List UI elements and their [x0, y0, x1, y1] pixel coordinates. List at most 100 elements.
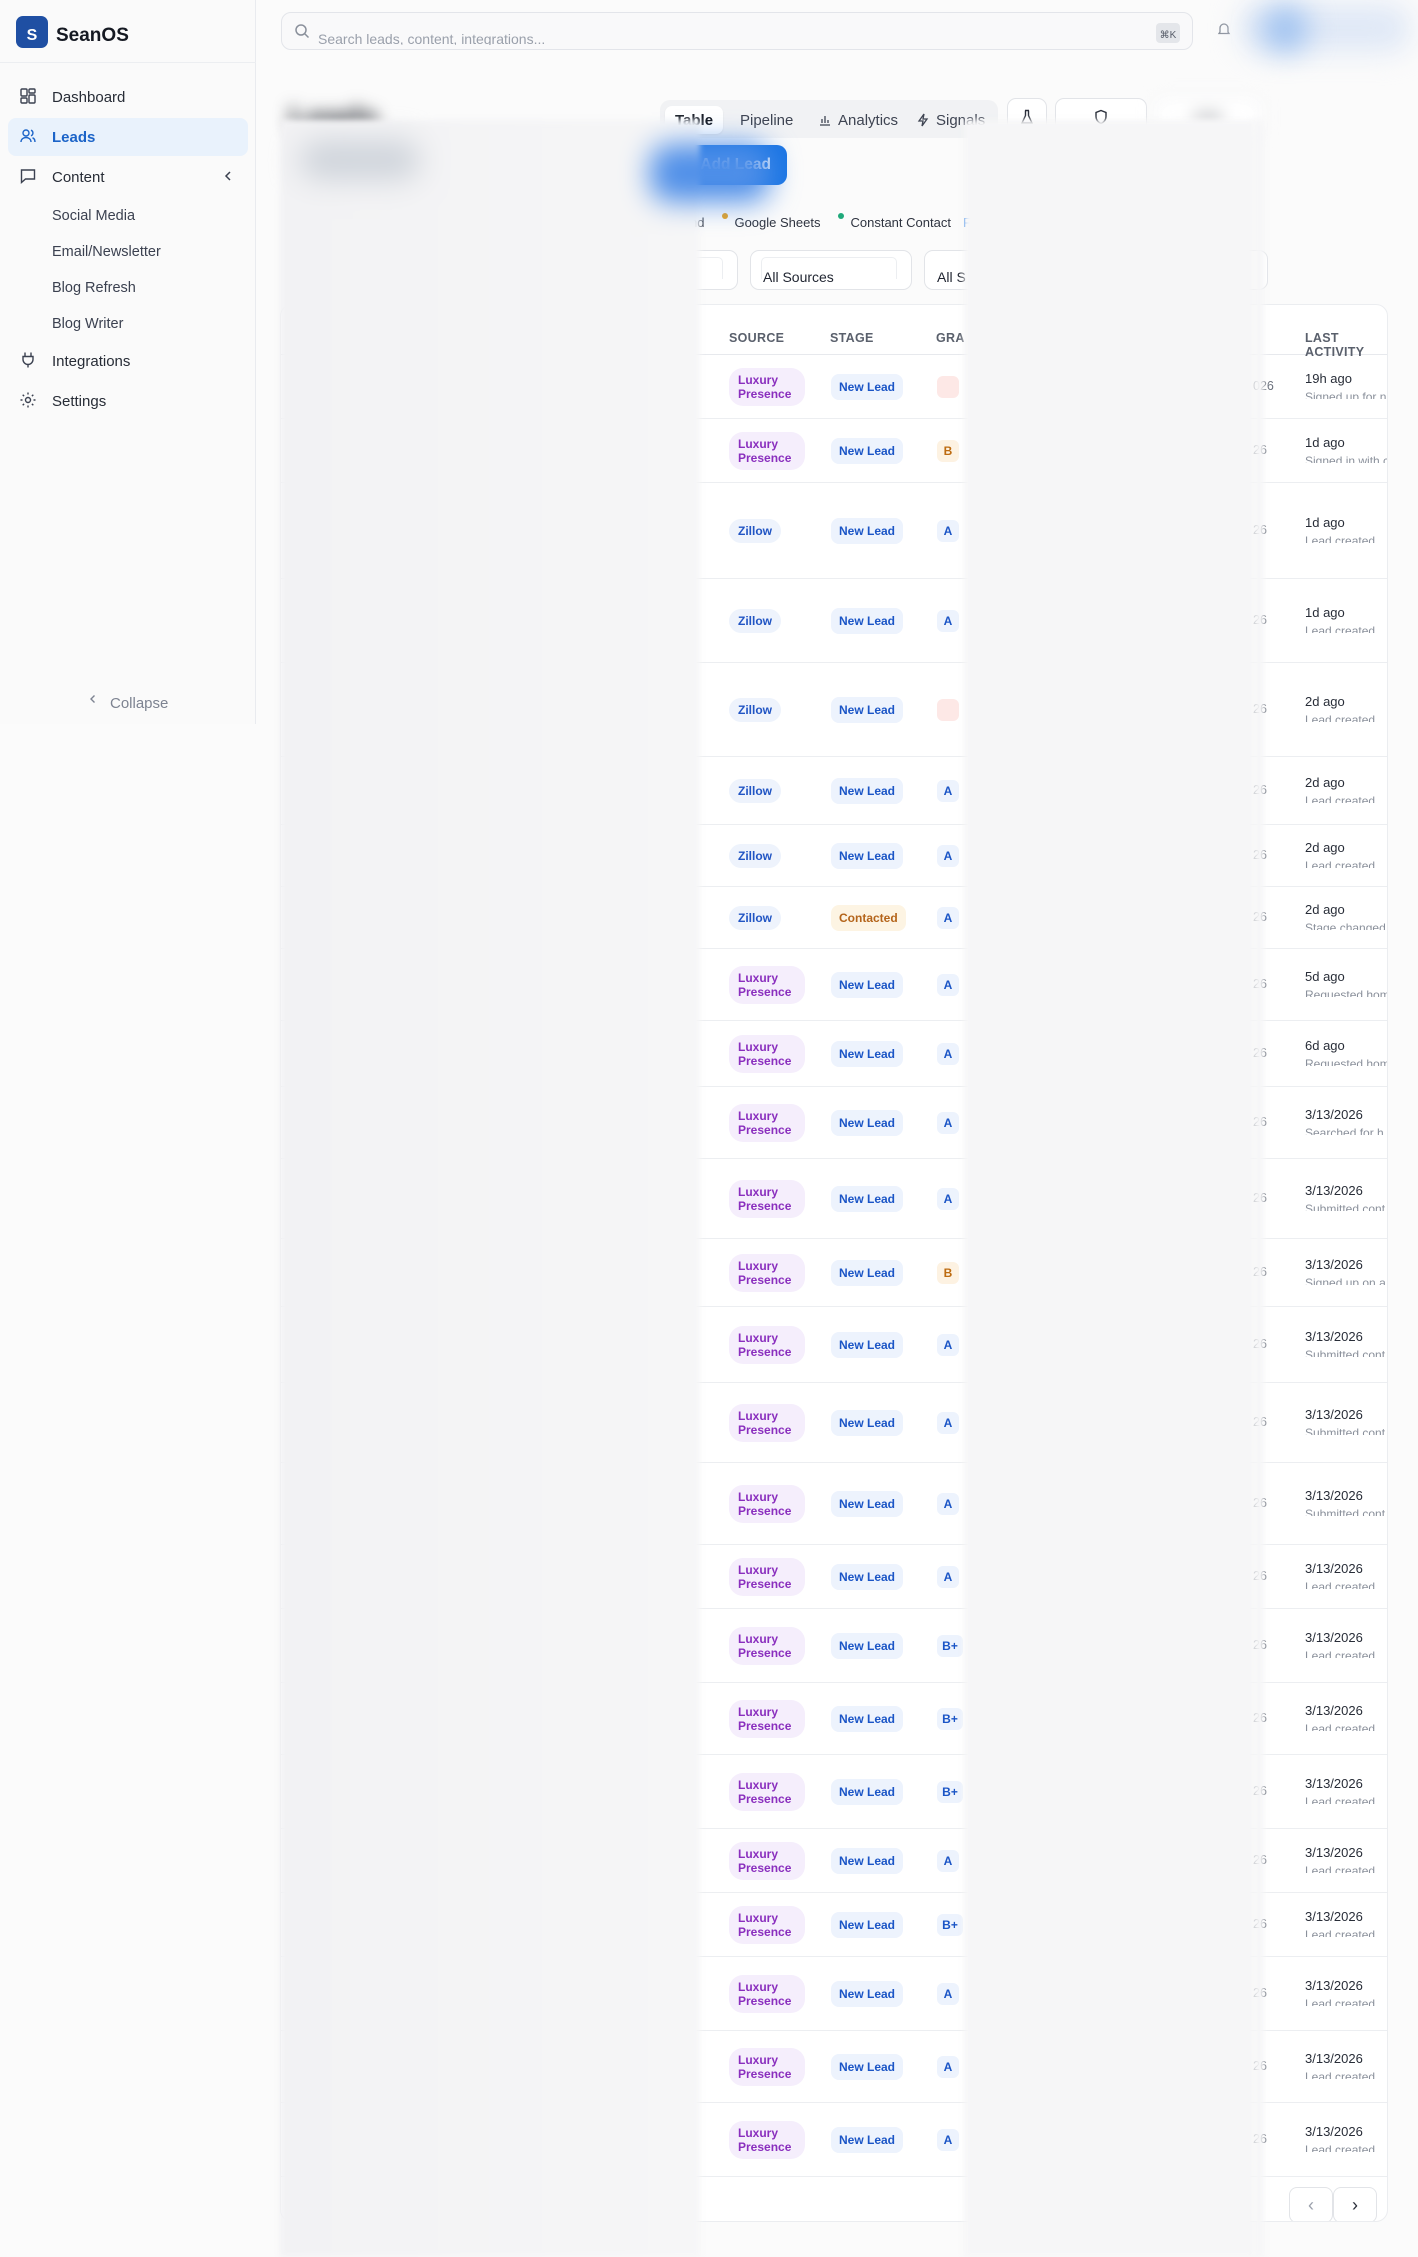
last-activity-description: Lead created — [1305, 2070, 1376, 2079]
stage-badge[interactable]: New Lead — [831, 1186, 904, 1212]
redacted-overlay-middle — [964, 120, 1254, 2257]
sidebar-subitem-social-media[interactable]: Social Media — [8, 198, 248, 234]
stage-badge[interactable]: New Lead — [831, 1981, 904, 2007]
stage-badge[interactable]: New Lead — [831, 374, 904, 400]
stage-badge[interactable]: New Lead — [831, 1332, 904, 1358]
integration-google-sheets[interactable]: Google Sheets — [734, 215, 820, 230]
prev-page-icon: ‹ — [1308, 2194, 1314, 2215]
integration-constant-contact[interactable]: Constant Contact — [850, 215, 950, 230]
last-activity-time: 3/13/2026 — [1305, 1909, 1363, 1924]
search-shortcut: ⌘K — [1156, 23, 1180, 43]
source-badge: Luxury Presence — [729, 1254, 805, 1292]
redacted-overlay-left — [280, 120, 770, 2257]
last-activity-time: 3/13/2026 — [1305, 1561, 1363, 1576]
source-badge: Luxury Presence — [729, 1558, 805, 1596]
sidebar-item-label: Leads — [52, 128, 96, 146]
source-badge: Zillow — [729, 698, 781, 722]
stage-badge[interactable]: New Lead — [831, 2127, 904, 2153]
sidebar-item-label: Dashboard — [52, 88, 126, 106]
last-activity-time: 3/13/2026 — [1305, 2124, 1363, 2139]
stage-badge[interactable]: Contacted — [831, 905, 906, 931]
plug-icon — [22, 352, 34, 368]
grade-badge: A — [937, 1850, 959, 1872]
source-badge: Luxury Presence — [729, 966, 805, 1004]
stage-badge[interactable]: New Lead — [831, 1260, 904, 1286]
last-activity-time: 3/13/2026 — [1305, 1703, 1363, 1718]
grade-badge — [937, 699, 959, 721]
chevron-left-icon[interactable] — [222, 170, 234, 182]
sidebar-item-settings[interactable]: Settings — [8, 382, 248, 420]
stage-badge[interactable]: New Lead — [831, 697, 904, 723]
collapse-button[interactable]: Collapse — [88, 694, 168, 712]
source-badge: Zillow — [729, 906, 781, 930]
source-badge: Luxury Presence — [729, 1104, 805, 1142]
last-activity-time: 3/13/2026 — [1305, 1630, 1363, 1645]
sidebar-item-content[interactable]: Content — [8, 158, 248, 196]
stage-badge[interactable]: New Lead — [831, 1779, 904, 1805]
bell-icon[interactable] — [1217, 21, 1231, 37]
sidebar-item-leads[interactable]: Leads — [8, 118, 248, 156]
column-header-grade[interactable]: GRA — [936, 331, 965, 345]
tab-analytics[interactable]: Analytics — [808, 106, 908, 134]
last-activity-description: Lead created — [1305, 1649, 1376, 1658]
stage-badge[interactable]: New Lead — [831, 972, 904, 998]
gear-icon — [20, 392, 36, 408]
source-badge: Luxury Presence — [729, 1627, 805, 1665]
grade-badge: B+ — [937, 1781, 963, 1803]
source-badge: Luxury Presence — [729, 1326, 805, 1364]
source-badge: Luxury Presence — [729, 1700, 805, 1738]
stage-badge[interactable]: New Lead — [831, 1041, 904, 1067]
sidebar-item-integrations[interactable]: Integrations — [8, 342, 248, 380]
stage-badge[interactable]: New Lead — [831, 1848, 904, 1874]
stage-badge[interactable]: New Lead — [831, 2054, 904, 2080]
last-activity-time: 1d ago — [1305, 515, 1345, 530]
last-activity-time: 3/13/2026 — [1305, 1407, 1363, 1422]
sidebar-item-label: Integrations — [52, 352, 131, 370]
last-activity-description: Stage changed — [1305, 921, 1386, 930]
tab-label: Analytics — [838, 111, 899, 129]
prev-page-button[interactable]: ‹ — [1289, 2187, 1333, 2221]
last-activity-description: Lead created — [1305, 1795, 1376, 1804]
redacted-blob — [300, 140, 420, 180]
last-activity-description: Lead created — [1305, 794, 1376, 803]
brand-logo: S — [16, 16, 48, 48]
stage-badge[interactable]: New Lead — [831, 1912, 904, 1938]
bar-chart-icon — [820, 116, 830, 126]
stage-badge[interactable]: New Lead — [831, 1633, 904, 1659]
stage-badge[interactable]: New Lead — [831, 1110, 904, 1136]
stage-badge[interactable]: New Lead — [831, 1564, 904, 1590]
stage-badge[interactable]: New Lead — [831, 608, 904, 634]
source-badge: Luxury Presence — [729, 432, 805, 470]
source-badge: Luxury Presence — [729, 368, 805, 406]
source-badge: Luxury Presence — [729, 1842, 805, 1880]
last-activity-time: 1d ago — [1305, 435, 1345, 450]
sidebar-subitem-blog-writer[interactable]: Blog Writer — [8, 306, 248, 342]
stage-badge[interactable]: New Lead — [831, 1410, 904, 1436]
grade-badge: B+ — [937, 1914, 963, 1936]
stage-badge[interactable]: New Lead — [831, 843, 904, 869]
last-activity-description: Lead created — [1305, 1997, 1376, 2006]
last-activity-description: Submitted cont — [1305, 1202, 1386, 1211]
sidebar-item-dashboard[interactable]: Dashboard — [8, 78, 248, 116]
last-activity-description: Searched for h — [1305, 1126, 1384, 1135]
sidebar-subitem-email-newsletter[interactable]: Email/Newsletter — [8, 234, 248, 270]
stage-badge[interactable]: New Lead — [831, 438, 904, 464]
brand[interactable]: S SeanOS — [16, 16, 129, 48]
next-page-button[interactable]: › — [1333, 2187, 1377, 2221]
stage-badge[interactable]: New Lead — [831, 1706, 904, 1732]
column-header-stage[interactable]: STAGE — [830, 331, 874, 345]
source-badge: Zillow — [729, 844, 781, 868]
stage-badge[interactable]: New Lead — [831, 518, 904, 544]
stage-badge[interactable]: New Lead — [831, 1491, 904, 1517]
sidebar-subitem-blog-refresh[interactable]: Blog Refresh — [8, 270, 248, 306]
last-activity-time: 1d ago — [1305, 605, 1345, 620]
last-activity-description: Submitted cont — [1305, 1426, 1386, 1435]
global-search[interactable]: Search leads, content, integrations... ⌘… — [281, 12, 1193, 50]
integrations-bar: nd Google Sheets Constant Contact F — [690, 212, 971, 232]
source-filter[interactable]: All Sources — [750, 250, 912, 290]
tab-label: Pipeline — [740, 111, 794, 129]
tab-pipeline[interactable]: Pipeline — [730, 106, 803, 134]
column-header-source[interactable]: SOURCE — [729, 331, 784, 345]
last-activity-description: Lead created — [1305, 1928, 1376, 1937]
stage-badge[interactable]: New Lead — [831, 778, 904, 804]
